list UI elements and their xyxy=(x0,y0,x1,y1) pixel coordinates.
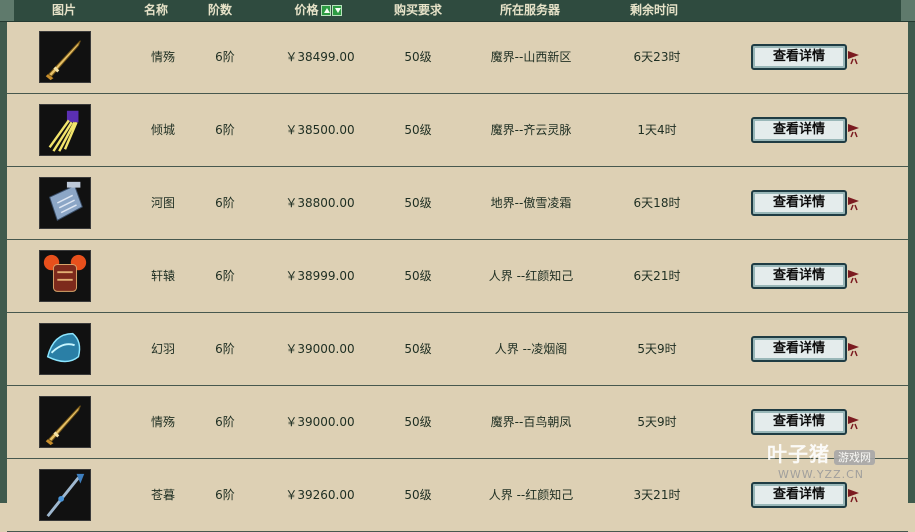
item-name: 苍暮 xyxy=(150,488,175,502)
item-name: 倾城 xyxy=(150,123,175,137)
table-row: 倾城 6阶 ￥38500.00 50级 魔界--齐云灵脉 1天4时 查看详情 xyxy=(7,94,908,167)
item-thumbnail[interactable] xyxy=(39,250,91,302)
item-name: 河图 xyxy=(150,196,175,210)
header-price: 价格 xyxy=(278,0,358,21)
sort-descending-icon[interactable] xyxy=(331,5,342,16)
item-requirement: 50级 xyxy=(404,123,432,137)
item-thumbnail[interactable] xyxy=(39,177,91,229)
item-price: ￥39260.00 xyxy=(285,488,355,502)
item-requirement: 50级 xyxy=(404,50,432,64)
item-remaining: 1天4时 xyxy=(637,123,677,137)
header-image: 图片 xyxy=(51,3,76,17)
armor-icon xyxy=(40,251,90,301)
header-price-label: 价格 xyxy=(294,3,319,17)
item-tier: 6阶 xyxy=(215,342,235,356)
item-price: ￥39000.00 xyxy=(285,342,355,356)
item-requirement: 50级 xyxy=(404,269,432,283)
header-tier: 阶数 xyxy=(207,3,232,17)
watermark-url: WWW.YZZ.CN xyxy=(777,468,865,481)
item-server: 地界--傲雪凌霜 xyxy=(490,196,572,210)
item-server: 人界 --凌烟阁 xyxy=(494,342,568,356)
tassel-icon xyxy=(847,339,860,357)
view-details-button[interactable]: 查看详情 xyxy=(751,263,847,289)
tassel-icon xyxy=(847,120,860,138)
item-requirement: 50级 xyxy=(404,196,432,210)
table-row: 轩辕 6阶 ￥38999.00 50级 人界 --红颜知己 6天21时 查看详情 xyxy=(7,240,908,313)
item-thumbnail[interactable] xyxy=(39,396,91,448)
item-requirement: 50级 xyxy=(404,488,432,502)
item-tier: 6阶 xyxy=(215,269,235,283)
table-row: 情殇 6阶 ￥38499.00 50级 魔界--山西新区 6天23时 查看详情 xyxy=(7,21,908,94)
watermark-logo: 叶子猪 游戏网 WWW.YZZ.CN xyxy=(766,438,876,481)
item-remaining: 6天18时 xyxy=(633,196,681,210)
tassel-icon xyxy=(847,193,860,211)
view-details-button[interactable]: 查看详情 xyxy=(751,190,847,216)
header-remaining: 剩余时间 xyxy=(629,3,678,17)
view-details-button[interactable]: 查看详情 xyxy=(751,482,847,508)
header-name: 名称 xyxy=(143,3,168,17)
tassel-icon xyxy=(847,266,860,284)
watermark-brand: 叶子猪 xyxy=(767,442,830,466)
sword-icon xyxy=(40,32,90,82)
item-tier: 6阶 xyxy=(215,415,235,429)
item-remaining: 5天9时 xyxy=(637,415,677,429)
sort-ascending-icon[interactable] xyxy=(320,5,331,16)
item-name: 轩辕 xyxy=(150,269,175,283)
item-price: ￥38500.00 xyxy=(285,123,355,137)
item-requirement: 50级 xyxy=(404,342,432,356)
watermark-badge: 游戏网 xyxy=(834,450,875,465)
item-tier: 6阶 xyxy=(215,196,235,210)
table-row: 河图 6阶 ￥38800.00 50级 地界--傲雪凌霜 6天18时 查看详情 xyxy=(7,167,908,240)
item-name: 情殇 xyxy=(150,50,175,64)
item-remaining: 5天9时 xyxy=(637,342,677,356)
item-price: ￥39000.00 xyxy=(285,415,355,429)
header-server: 所在服务器 xyxy=(499,3,560,17)
spear-icon xyxy=(40,470,90,520)
item-requirement: 50级 xyxy=(404,415,432,429)
item-price: ￥38800.00 xyxy=(285,196,355,210)
item-name: 幻羽 xyxy=(150,342,175,356)
item-thumbnail[interactable] xyxy=(39,323,91,375)
item-tier: 6阶 xyxy=(215,123,235,137)
scroll-icon xyxy=(40,178,90,228)
header-requirement: 购买要求 xyxy=(393,3,442,17)
item-server: 魔界--百鸟朝凤 xyxy=(490,415,572,429)
tassel-icon xyxy=(847,47,860,65)
view-details-button[interactable]: 查看详情 xyxy=(751,44,847,70)
tassel-icon xyxy=(847,412,860,430)
item-remaining: 6天21时 xyxy=(633,269,681,283)
item-thumbnail[interactable] xyxy=(39,104,91,156)
item-tier: 6阶 xyxy=(215,488,235,502)
item-name: 情殇 xyxy=(150,415,175,429)
item-tier: 6阶 xyxy=(215,50,235,64)
sword-icon xyxy=(40,397,90,447)
item-price: ￥38499.00 xyxy=(285,50,355,64)
header-corner-left xyxy=(0,0,14,21)
helmet-icon xyxy=(40,324,90,374)
view-details-button[interactable]: 查看详情 xyxy=(751,409,847,435)
table-header: 图片 名称 阶数 价格 购买要求 所在服务器 剩余时间 xyxy=(0,0,915,22)
table-row: 幻羽 6阶 ￥39000.00 50级 人界 --凌烟阁 5天9时 查看详情 xyxy=(7,313,908,386)
item-server: 魔界--山西新区 xyxy=(490,50,572,64)
item-remaining: 3天21时 xyxy=(633,488,681,502)
item-price: ￥38999.00 xyxy=(285,269,355,283)
claw-icon xyxy=(40,105,90,155)
price-sort-controls xyxy=(320,5,342,16)
view-details-button[interactable]: 查看详情 xyxy=(751,117,847,143)
view-details-button[interactable]: 查看详情 xyxy=(751,336,847,362)
item-server: 魔界--齐云灵脉 xyxy=(490,123,572,137)
tassel-icon xyxy=(847,485,860,503)
item-remaining: 6天23时 xyxy=(633,50,681,64)
item-server: 人界 --红颜知己 xyxy=(488,269,574,283)
item-thumbnail[interactable] xyxy=(39,469,91,521)
header-corner-right xyxy=(901,0,915,21)
item-thumbnail[interactable] xyxy=(39,31,91,83)
item-server: 人界 --红颜知己 xyxy=(488,488,574,502)
